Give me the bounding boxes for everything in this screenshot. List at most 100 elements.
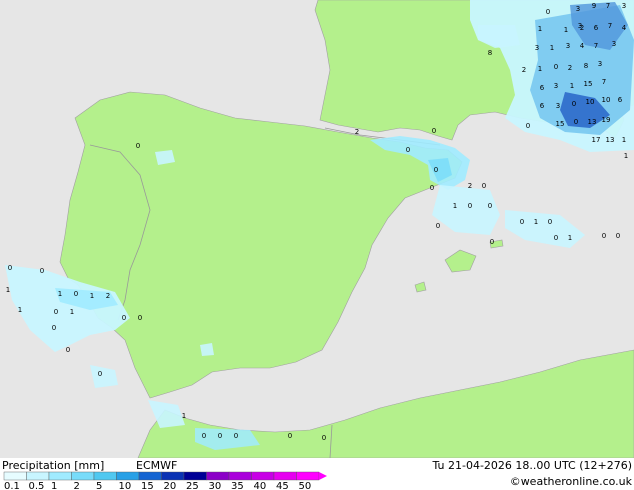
legend-tick-label: 40: [254, 481, 267, 490]
legend-tick-label: 0.5: [29, 481, 45, 490]
precip-value-label: 10: [586, 98, 595, 106]
precip-value-label: 0: [322, 434, 326, 442]
precip-value-label: 1: [624, 152, 628, 160]
precip-value-label: 0: [482, 182, 486, 190]
precip-value-label: 0: [54, 308, 58, 316]
precip-value-label: 6: [618, 96, 623, 104]
precip-value-label: 13: [606, 136, 615, 144]
precip-value-label: 3: [566, 42, 570, 50]
precip-value-label: 3: [576, 5, 580, 13]
precip-value-label: 0: [202, 432, 206, 440]
precip-value-label: 0: [602, 232, 606, 240]
precip-value-label: 15: [584, 80, 593, 88]
legend-tick-label: 50: [299, 481, 312, 490]
precip-value-label: 1: [6, 286, 10, 294]
legend-tick-label: 20: [164, 481, 177, 490]
legend-tick-label: 30: [209, 481, 222, 490]
precip-value-label: 1: [534, 218, 538, 226]
precip-value-label: 1: [550, 44, 554, 52]
precip-value-label: 0: [490, 238, 494, 246]
precip-value-label: 2: [522, 66, 526, 74]
precip-value-label: 13: [588, 118, 597, 126]
precip-value-label: 0: [468, 202, 472, 210]
precip-value-label: 0: [548, 218, 552, 226]
color-scale: [3, 471, 327, 481]
precip-value-label: 0: [74, 290, 78, 298]
legend-tick-label: 2: [74, 481, 80, 490]
precip-value-label: 0: [488, 202, 492, 210]
legend-arrow: [319, 472, 327, 480]
precip-value-label: 0: [40, 267, 44, 275]
legend-tick-label: 45: [276, 481, 289, 490]
precip-value-label: 4: [622, 24, 627, 32]
precip-value-label: 0: [234, 432, 238, 440]
precip-value-label: 1: [58, 290, 62, 298]
legend-swatch: [93, 471, 117, 481]
precip-value-label: 0: [288, 432, 292, 440]
legend-swatch: [251, 471, 275, 481]
legend-swatch: [116, 471, 140, 481]
precipitation-map: 0 3 9 7 331 1 2 6 7 43 1 3 4 7 382 1 0 2 8 36 3 1 15 76 3 0 10 10 60…: [0, 0, 634, 458]
legend-swatch: [228, 471, 252, 481]
precip-value-label: 8: [584, 62, 588, 70]
precip-value-label: 0: [52, 324, 56, 332]
precip-value-label: 0: [574, 118, 578, 126]
precip-value-label: 2: [568, 64, 572, 72]
precip-value-label: 0: [554, 63, 558, 71]
legend-swatch: [296, 471, 320, 481]
precip-value-label: 1: [570, 82, 574, 90]
precip-value-label: 3: [598, 60, 602, 68]
precip-value-label: 2: [580, 24, 584, 32]
precip-value-label: 3: [622, 2, 626, 10]
precip-value-label: 0: [138, 314, 142, 322]
legend-swatch: [183, 471, 207, 481]
precip-value-label: 1: [90, 292, 94, 300]
legend-tick-label: 1: [51, 481, 57, 490]
legend-tick-label: 35: [231, 481, 244, 490]
precip-value-label: 6: [540, 84, 545, 92]
precip-value-label: 0: [98, 370, 102, 378]
precip-value-label: 8: [488, 49, 492, 57]
legend-tick-label: 25: [186, 481, 199, 490]
legend-swatch: [26, 471, 50, 481]
precip-value-label: 7: [602, 78, 606, 86]
precip-value-label: 1: [564, 26, 568, 34]
precip-value-label: 0: [122, 314, 126, 322]
precip-value-label: 2: [106, 292, 110, 300]
precip-value-label: 7: [608, 22, 612, 30]
legend-swatch: [3, 471, 27, 481]
precip-value-label: 6: [540, 102, 545, 110]
precip-value-label: 0: [406, 146, 410, 154]
legend-swatch: [273, 471, 297, 481]
precip-value-label: 17: [592, 136, 601, 144]
precip-value-label: 0: [8, 264, 12, 272]
precip-value-label: 0: [436, 222, 440, 230]
precip-value-label: 1: [18, 306, 22, 314]
precip-area-central: [200, 343, 214, 356]
precip-value-label: 0: [520, 218, 524, 226]
color-scale-ticks: 0.1 0.5 1 2 5 10 15 20 25 30 35 40 45 50: [4, 481, 311, 490]
precip-value-label: 19: [602, 116, 611, 124]
valid-time: Tu 21-04-2026 18..00 UTC (12+276): [431, 459, 632, 472]
precip-value-label: 0: [616, 232, 620, 240]
precip-value-label: 6: [594, 24, 599, 32]
precip-value-label: 2: [355, 128, 359, 136]
precip-value-label: 1: [568, 234, 572, 242]
precip-value-label: 15: [556, 120, 565, 128]
model-name: ECMWF: [136, 459, 177, 472]
precip-value-label: 0: [430, 184, 434, 192]
precip-value-label: 0: [434, 166, 438, 174]
precip-value-label: 1: [70, 308, 74, 316]
precip-value-label: 3: [535, 44, 539, 52]
precip-value-label: 3: [556, 102, 560, 110]
legend-tick-label: 10: [119, 481, 132, 490]
legend-tick-label: 5: [96, 481, 102, 490]
precip-value-label: 3: [554, 82, 558, 90]
precip-value-label: 4: [580, 42, 585, 50]
legend-tick-label: 0.1: [4, 481, 20, 490]
legend-tick-label: 15: [141, 481, 154, 490]
precip-value-label: 1: [453, 202, 457, 210]
precip-value-label: 0: [136, 142, 140, 150]
precip-value-label: 7: [594, 42, 598, 50]
precip-value-label: 0: [66, 346, 70, 354]
